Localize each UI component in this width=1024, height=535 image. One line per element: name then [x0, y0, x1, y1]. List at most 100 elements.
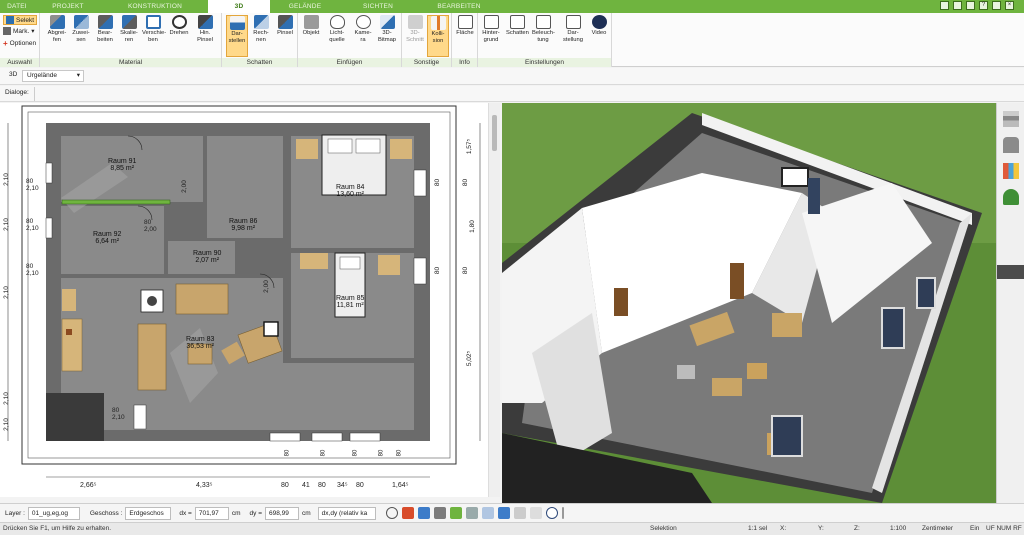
terrain-select[interactable]: Urgelände ▾ [22, 70, 84, 82]
dy-input[interactable]: 698,99 [265, 506, 299, 520]
pin-icon[interactable] [940, 1, 949, 10]
beleuchtung-button[interactable]: Beleuch- tung [532, 15, 555, 44]
path-icon[interactable] [465, 507, 478, 519]
status-unit: Zentimeter [922, 525, 954, 532]
status-keys: UF NUM RF [986, 525, 1022, 532]
chair-icon[interactable] [1003, 137, 1019, 153]
tab-3d[interactable]: 3D [208, 0, 270, 13]
close-icon[interactable]: × [1005, 1, 1014, 10]
room-92-name: Raum 92 [93, 231, 122, 238]
ribbon-tab-bar: DATEI PROJEKT KONSTRUKTION 3D GELÄNDE SI… [0, 0, 1024, 13]
kollision-button[interactable]: Kolli- sion [427, 15, 449, 57]
floor-plan-view[interactable]: Raum 91 8,85 m² Raum 92 6,64 m² Raum 90 … [0, 103, 500, 497]
3d-bitmap-button[interactable]: 3D- Bitmap [376, 15, 398, 44]
mark-button[interactable]: Mark. ▾ [3, 27, 35, 35]
tab-gelaende[interactable]: GELÄNDE [270, 0, 340, 13]
3d-schnitt-button[interactable]: 3D- Schnitt [404, 15, 426, 44]
tab-projekt[interactable]: PROJEKT [34, 0, 102, 13]
minimize-icon[interactable] [992, 1, 1001, 10]
chevron-down-icon: ▾ [31, 28, 35, 35]
view-toolbar: 3D Urgelände ▾ [0, 68, 1024, 85]
room-label-83: Raum 83 36,53 m² [186, 336, 214, 350]
material-palette-icon[interactable] [1003, 163, 1019, 179]
dim-label-bottom: 34⁵ [337, 482, 348, 489]
hin-pinsel-button[interactable]: Hin. Pinsel [194, 15, 216, 44]
window [771, 415, 803, 457]
grid-icon[interactable] [417, 507, 430, 519]
tab-bearbeiten[interactable]: BEARBEITEN [416, 0, 502, 13]
ribbon: Selekt Mark. ▾ + Optionen Auswahl Abgrei… [0, 13, 1024, 67]
collision-icon [430, 16, 446, 30]
schatten-settings-button[interactable]: Schatten [506, 15, 529, 37]
measure-icon[interactable] [449, 507, 462, 519]
menu-icon[interactable] [997, 265, 1024, 279]
3d-view[interactable] [502, 103, 996, 503]
room-label-91: Raum 91 8,85 m² [108, 158, 136, 172]
sofa [137, 323, 167, 391]
lichtquelle-button[interactable]: Licht- quelle [326, 15, 348, 44]
skalieren-button[interactable]: Skalie- ren [118, 15, 140, 44]
plan-scrollbar[interactable] [488, 103, 500, 497]
bearbeiten-button[interactable]: Bear- beiten [94, 15, 116, 44]
furniture-ghost [747, 363, 767, 379]
pinsel-button[interactable]: Pinsel [274, 15, 296, 37]
shadow-brush-icon [277, 15, 293, 29]
geschoss-select[interactable]: Erdgeschos [125, 506, 172, 520]
opening-dim: 80 [284, 449, 291, 457]
grid-toggle-icon[interactable] [529, 507, 542, 519]
zuweisen-button[interactable]: Zuwei- sen [70, 15, 92, 44]
coord-mode-select[interactable]: dx,dy (relativ ka [317, 506, 376, 520]
drehen-button[interactable]: Drehen [168, 15, 190, 37]
flaeche-button[interactable]: Fläche [454, 15, 476, 37]
hintergrund-button[interactable]: Hinter- grund [480, 15, 502, 44]
verschieben-button[interactable]: Verschie- ben [142, 15, 166, 44]
video-button[interactable]: Video [588, 15, 610, 37]
angle-icon[interactable] [481, 507, 494, 519]
dx-label: dx = [179, 509, 192, 517]
ortho-icon[interactable] [433, 507, 446, 519]
save-icon[interactable] [966, 1, 975, 10]
mark-icon [3, 27, 11, 35]
wall-dim-value: 2,00 [144, 226, 157, 233]
scrollbar-thumb[interactable] [492, 115, 497, 151]
help-icon[interactable]: ? [979, 1, 988, 10]
pillow [327, 138, 353, 154]
house-light-icon [535, 15, 551, 29]
selekt-button[interactable]: Selekt [3, 15, 38, 25]
tab-sichten[interactable]: SICHTEN [340, 0, 416, 13]
objekt-button[interactable]: Objekt [300, 15, 322, 37]
status-ein: Ein [970, 525, 980, 532]
snap-icon[interactable] [401, 507, 414, 519]
tab-datei[interactable]: DATEI [0, 0, 34, 13]
darstellung-label: Dar- stellung [563, 30, 583, 43]
room-90-name: Raum 90 [193, 250, 222, 257]
room-84-name: Raum 84 [336, 184, 365, 191]
dx-input[interactable]: 701,97 [194, 506, 229, 520]
optionen-button[interactable]: + Optionen [3, 39, 36, 48]
target-icon[interactable] [385, 507, 398, 519]
tab-konstruktion[interactable]: KONSTRUKTION [102, 0, 208, 13]
right-toolbar [996, 103, 1024, 503]
dialoge-label: Dialoge: [5, 89, 29, 96]
kamera-button[interactable]: Kame- ra [352, 15, 374, 44]
tree-icon[interactable] [1003, 189, 1019, 205]
copy-icon[interactable] [953, 1, 962, 10]
window [916, 277, 936, 309]
rechnen-button[interactable]: Rech- nen [250, 15, 272, 44]
abgreifen-button[interactable]: Abgrei- fen [46, 15, 68, 44]
darstellen-button[interactable]: Dar- stellen [226, 15, 248, 57]
north-icon[interactable] [545, 507, 558, 519]
abgreifen-label: Abgrei- fen [47, 30, 67, 43]
layers-icon[interactable] [1003, 111, 1019, 127]
darstellung-button[interactable]: Dar- stellung [562, 15, 584, 44]
skalieren-label: Skalie- ren [120, 30, 138, 43]
group-sonstige: 3D- Schnitt Kolli- sion Sonstige [402, 13, 452, 67]
lightbulb-icon [329, 15, 345, 29]
layer-view-icon[interactable] [497, 507, 510, 519]
wall-dim: 80 2,00 [144, 219, 157, 233]
monitor-icon [565, 15, 581, 29]
door [614, 288, 628, 316]
dim-label-left: 2,10 [2, 392, 10, 405]
layer-select[interactable]: 01_ug,eg,og [27, 506, 80, 520]
hatch-icon[interactable] [513, 507, 526, 519]
